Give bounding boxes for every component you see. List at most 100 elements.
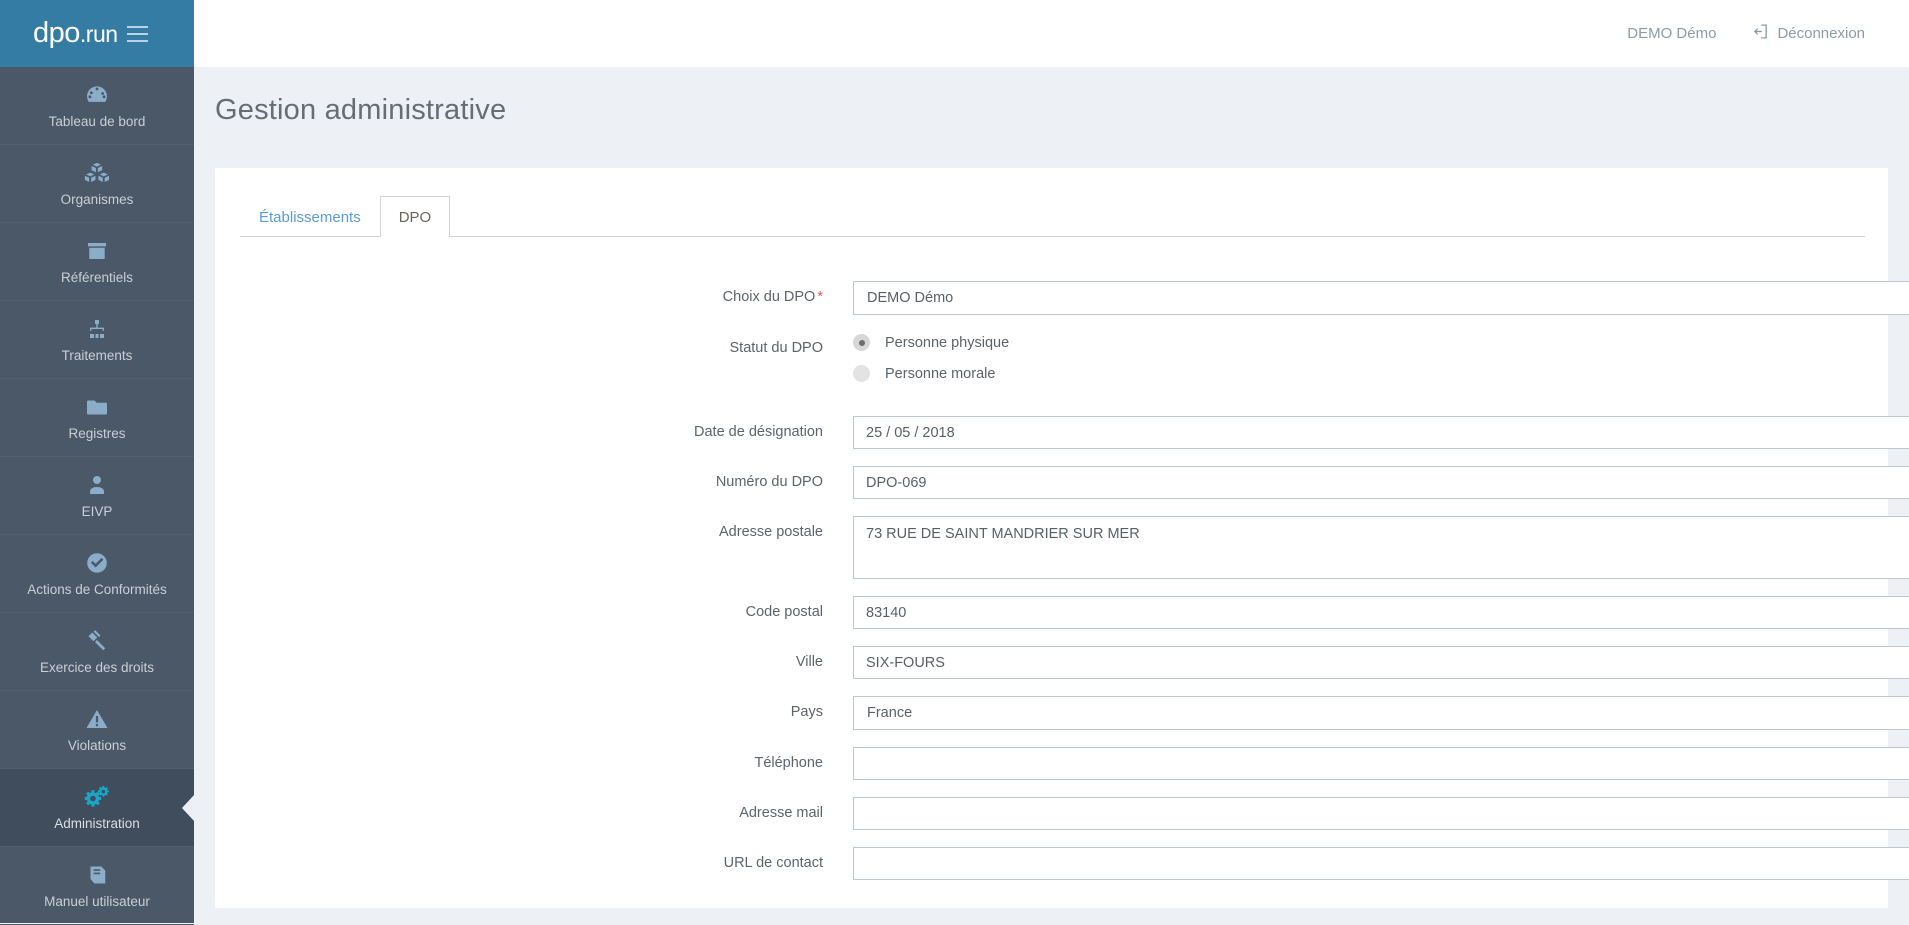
label-telephone: Téléphone xyxy=(754,755,823,771)
tab-dpo[interactable]: DPO xyxy=(379,196,451,238)
logout-icon xyxy=(1752,23,1769,44)
sidebar-item-actions-de-conformites[interactable]: Actions de Conformités xyxy=(0,535,194,613)
pays-select[interactable]: France xyxy=(853,696,1909,730)
field-row-telephone: Téléphone xyxy=(215,747,1909,780)
sidebar-item-administration[interactable]: Administration xyxy=(0,769,195,847)
hamburger-bar xyxy=(127,25,148,28)
hamburger-bar xyxy=(127,32,148,35)
control-wrap-numero-dpo xyxy=(853,466,1909,499)
field-row-statut-dpo: Statut du DPO Personne physique Personne… xyxy=(215,332,1888,382)
sidebar-item-manuel-utilisateur[interactable]: Manuel utilisateur xyxy=(0,847,194,925)
field-row-adresse-mail: Adresse mail xyxy=(215,797,1909,830)
radio-mark-icon xyxy=(853,334,870,351)
brand-header: dpo.run xyxy=(0,0,194,67)
sidebar-item-label: EIVP xyxy=(81,504,113,520)
label-statut-dpo: Statut du DPO xyxy=(729,340,824,356)
current-user-label: DEMO Démo xyxy=(1627,25,1717,42)
radio-label: Personne morale xyxy=(885,365,996,382)
adresse-postale-textarea[interactable]: 73 RUE DE SAINT MANDRIER SUR MER xyxy=(853,516,1909,579)
label-choix-dpo-text: Choix du DPO xyxy=(722,289,816,305)
radio-personne-morale[interactable]: Personne morale xyxy=(853,365,1909,382)
field-row-url-contact: URL de contact xyxy=(215,847,1909,880)
control-wrap-pays: France xyxy=(853,696,1909,730)
field-row-numero-dpo: Numéro du DPO xyxy=(215,466,1909,499)
sidebar-item-label: Violations xyxy=(67,738,127,754)
active-indicator-notch xyxy=(182,793,195,822)
dashboard-gauge-icon xyxy=(84,82,110,108)
sidebar-item-label: Administration xyxy=(54,816,140,832)
sidebar-item-organismes[interactable]: Organismes xyxy=(0,145,194,223)
tab-etablissements[interactable]: Établissements xyxy=(240,196,380,237)
control-wrap-adresse-postale: 73 RUE DE SAINT MANDRIER SUR MER xyxy=(853,516,1909,579)
app-logo-name: dpo xyxy=(33,17,80,49)
sidebar-item-label: Manuel utilisateur xyxy=(44,894,150,910)
choix-dpo-select[interactable]: DEMO Démo xyxy=(853,281,1909,315)
sidebar-item-label: Référentiels xyxy=(60,270,134,286)
app-logo: dpo.run xyxy=(33,17,118,50)
radio-label: Personne physique xyxy=(885,334,1010,351)
dpo-form: Choix du DPO * DEMO Démo Statut du DPO Pe… xyxy=(215,237,1909,880)
control-wrap-url-contact xyxy=(853,847,1909,880)
numero-dpo-input[interactable] xyxy=(853,466,1909,499)
sidebar-item-eivp[interactable]: EIVP xyxy=(0,457,194,535)
sidebar: dpo.run Tableau de bord Organismes Référ… xyxy=(0,0,195,925)
label-adresse-postale: Adresse postale xyxy=(719,524,823,540)
sidebar-item-tableau-de-bord[interactable]: Tableau de bord xyxy=(0,67,194,145)
logout-button[interactable]: Déconnexion xyxy=(1752,23,1865,44)
control-wrap-ville xyxy=(853,646,1909,679)
sidebar-item-violations[interactable]: Violations xyxy=(0,691,194,769)
control-wrap-choix-dpo: DEMO Démo xyxy=(853,281,1909,315)
label-adresse-mail: Adresse mail xyxy=(739,805,823,821)
radio-mark-icon xyxy=(853,365,870,382)
field-row-pays: Pays France xyxy=(215,696,1909,730)
gavel-icon xyxy=(84,628,110,654)
radio-personne-physique[interactable]: Personne physique xyxy=(853,334,1909,351)
field-row-ville: Ville xyxy=(215,646,1909,679)
check-circle-icon xyxy=(84,550,110,576)
control-wrap-date-designation: ✕ xyxy=(853,416,1909,449)
sidebar-item-label: Organismes xyxy=(60,192,134,208)
sidebar-item-label: Actions de Conformités xyxy=(27,582,167,598)
control-wrap-code-postal xyxy=(853,596,1909,629)
required-marker: * xyxy=(817,289,823,305)
adresse-mail-input[interactable] xyxy=(853,797,1909,830)
app-logo-suffix: .run xyxy=(79,21,118,47)
field-row-choix-dpo: Choix du DPO * DEMO Démo xyxy=(215,281,1909,315)
folder-icon xyxy=(84,394,110,420)
content-card: Établissements DPO Choix du DPO * DEMO Dé… xyxy=(215,168,1909,908)
sidebar-item-registres[interactable]: Registres xyxy=(0,379,194,457)
field-row-date-designation: Date de désignation ✕ xyxy=(215,416,1909,449)
label-choix-dpo: Choix du DPO * xyxy=(215,281,853,305)
page-title: Gestion administrative xyxy=(215,94,507,126)
label-date-designation: Date de désignation xyxy=(694,424,823,440)
statut-dpo-radio-group: Personne physique Personne morale xyxy=(853,332,1909,382)
logout-label: Déconnexion xyxy=(1777,25,1865,42)
label-url-contact: URL de contact xyxy=(723,855,823,871)
sidebar-item-label: Traitements xyxy=(61,348,133,364)
control-wrap-adresse-mail xyxy=(853,797,1909,830)
code-postal-input[interactable] xyxy=(853,596,1909,629)
current-user[interactable]: DEMO Démo xyxy=(1627,25,1716,42)
archive-box-icon xyxy=(84,238,110,264)
field-row-code-postal: Code postal xyxy=(215,596,1909,629)
boxes-icon xyxy=(84,160,110,186)
url-contact-input[interactable] xyxy=(853,847,1909,880)
label-code-postal: Code postal xyxy=(745,604,823,620)
control-wrap-telephone xyxy=(853,747,1909,780)
sidebar-item-exercice-des-droits[interactable]: Exercice des droits xyxy=(0,613,194,691)
sidebar-item-label: Tableau de bord xyxy=(48,114,146,130)
label-numero-dpo: Numéro du DPO xyxy=(715,474,823,490)
sidebar-item-label: Exercice des droits xyxy=(39,660,155,676)
sidebar-item-referentiels[interactable]: Référentiels xyxy=(0,223,194,301)
ville-input[interactable] xyxy=(853,646,1909,679)
telephone-input[interactable] xyxy=(853,747,1909,780)
hamburger-icon[interactable] xyxy=(127,25,148,42)
user-icon xyxy=(84,472,110,498)
field-row-adresse-postale: Adresse postale 73 RUE DE SAINT MANDRIER… xyxy=(215,516,1909,579)
date-designation-input[interactable] xyxy=(853,416,1909,449)
sitemap-icon xyxy=(84,316,110,342)
sidebar-item-traitements[interactable]: Traitements xyxy=(0,301,194,379)
warning-triangle-icon xyxy=(84,706,110,732)
tab-bar: Établissements DPO xyxy=(215,168,1888,238)
label-pays: Pays xyxy=(790,704,823,720)
